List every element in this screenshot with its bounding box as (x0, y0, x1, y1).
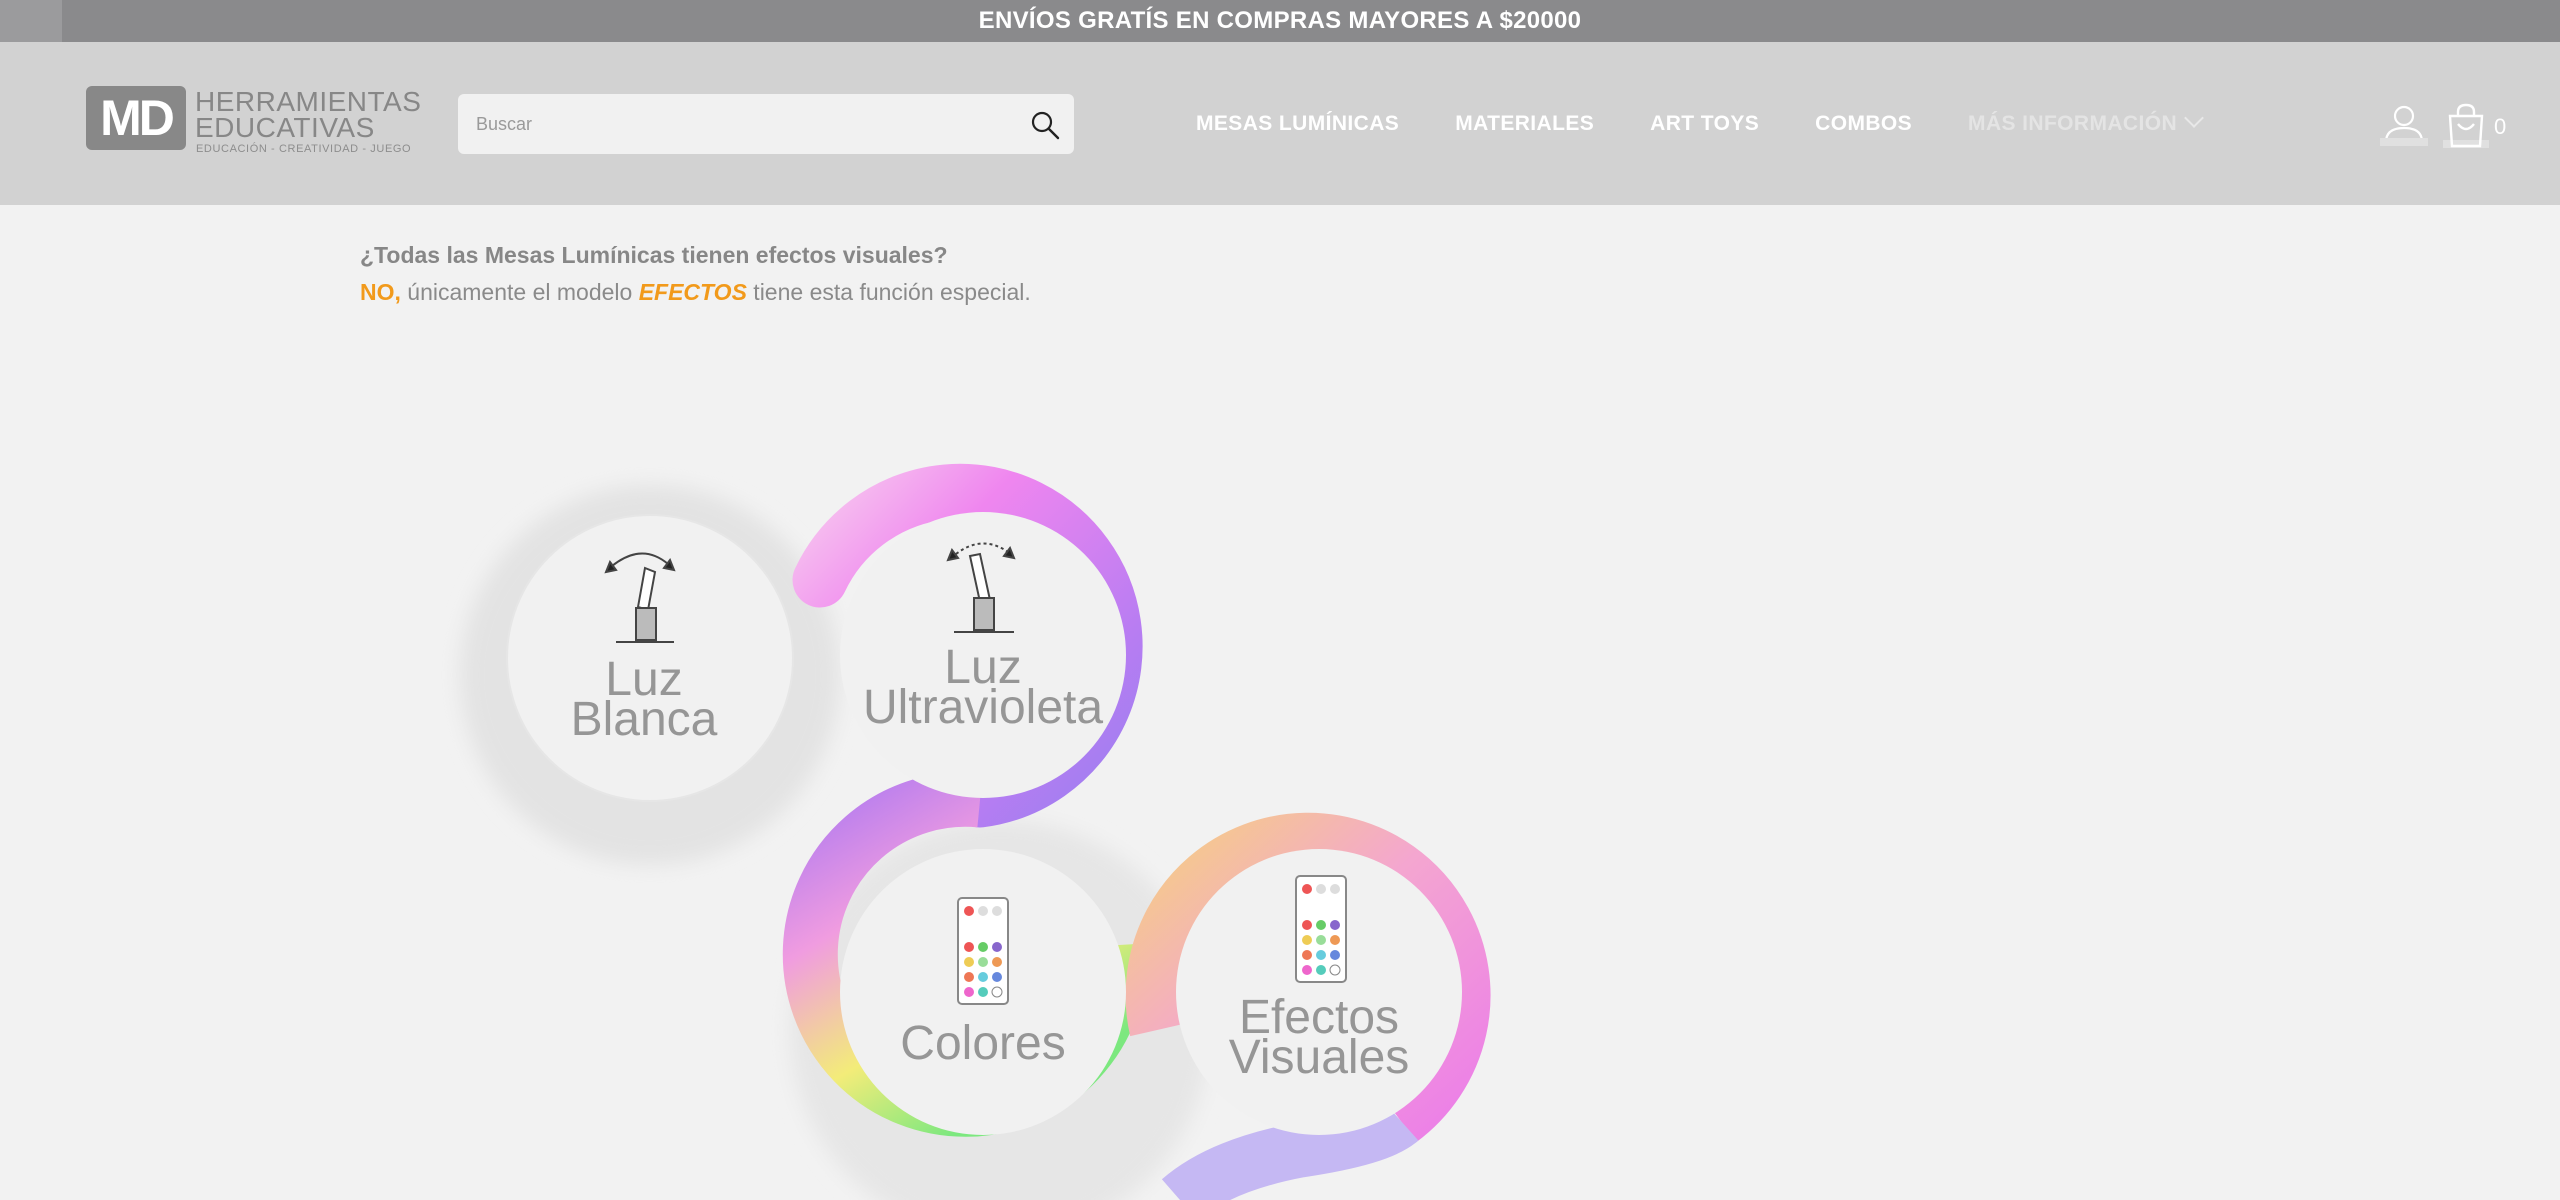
faq-answer: NO, únicamente el modelo EFECTOS tiene e… (360, 279, 1031, 306)
feature-1-line2: Blanca (570, 693, 718, 746)
promo-text: ENVÍOS GRATÍS EN COMPRAS MAYORES A $2000… (978, 7, 1582, 34)
search-input[interactable] (458, 94, 1034, 154)
user-account-icon[interactable] (2378, 102, 2430, 150)
nav-item-mas-informacion[interactable]: MÁS INFORMACIÓN (1968, 108, 2204, 136)
features-ribbon-graphic (460, 463, 1491, 1200)
remote-control-icon-2 (1295, 875, 1347, 983)
feature-efectos-visuales: Efectos Visuales (1169, 994, 1469, 1084)
feature-colores: Colores (833, 1017, 1133, 1070)
chevron-down-icon (2184, 108, 2204, 128)
nav-item-combos[interactable]: COMBOS (1815, 112, 1912, 136)
search-icon[interactable] (1028, 108, 1062, 142)
logo-line2: EDUCATIVAS (195, 112, 375, 143)
promo-bar: ENVÍOS GRATÍS EN COMPRAS MAYORES A $2000… (0, 0, 2560, 42)
site-header: MD HERRAMIENTAS EDUCATIVAS EDUCACIÓN - C… (0, 42, 2560, 205)
nav-item-materiales[interactable]: MATERIALES (1455, 112, 1594, 136)
main-nav: MESAS LUMÍNICAS MATERIALES ART TOYS COMB… (1196, 108, 2204, 136)
nav-item-mas-informacion-label: MÁS INFORMACIÓN (1968, 112, 2178, 135)
site-logo[interactable]: MD HERRAMIENTAS EDUCATIVAS EDUCACIÓN - C… (86, 86, 421, 156)
feature-3-line1: Colores (900, 1017, 1066, 1070)
feature-4-line2: Visuales (1228, 1031, 1410, 1084)
logo-mark: MD (86, 86, 186, 150)
promo-bar-edge (0, 0, 62, 42)
features-graphic: Luz Blanca Luz Ultravioleta Colores Efec… (400, 430, 1600, 1200)
faq-answer-end: tiene esta función especial. (746, 279, 1031, 305)
cart-count: 0 (2494, 114, 2507, 139)
logo-tagline: EDUCACIÓN - CREATIVIDAD - JUEGO (196, 143, 412, 155)
nav-item-mesas-luminicas[interactable]: MESAS LUMÍNICAS (1196, 112, 1399, 136)
feature-luz-blanca: Luz Blanca (494, 656, 794, 746)
search-box (458, 94, 1074, 154)
nav-item-art-toys[interactable]: ART TOYS (1650, 112, 1759, 136)
remote-control-icon-1 (957, 897, 1009, 1005)
shopping-bag-icon[interactable] (2440, 102, 2492, 152)
faq-answer-mid: únicamente el modelo (400, 279, 639, 305)
faq-answer-model: EFECTOS (638, 279, 747, 305)
faq-answer-no: NO, (360, 279, 401, 305)
feature-luz-ultravioleta: Luz Ultravioleta (833, 644, 1133, 734)
faq-question: ¿Todas las Mesas Lumínicas tienen efecto… (360, 242, 948, 268)
feature-2-line2: Ultravioleta (862, 681, 1104, 734)
